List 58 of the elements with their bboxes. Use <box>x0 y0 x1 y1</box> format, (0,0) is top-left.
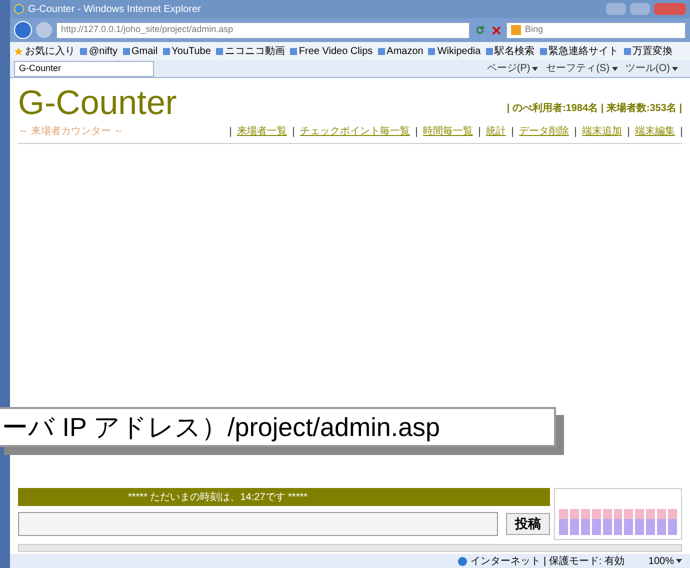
search-field[interactable]: Bing <box>506 22 686 38</box>
security-zone: インターネット | 保護モード: 有効 <box>470 554 624 568</box>
command-menu[interactable]: ツール(O) <box>626 61 678 76</box>
caret-icon <box>672 66 678 70</box>
address-field[interactable]: http://127.0.0.1/joho_site/project/admin.asp <box>56 22 470 38</box>
refresh-button[interactable] <box>474 24 486 36</box>
favorite-link[interactable]: Wikipedia <box>428 44 481 58</box>
command-menu[interactable]: セーフティ(S) <box>546 61 618 76</box>
star-icon <box>14 46 23 56</box>
back-button[interactable] <box>14 21 32 39</box>
page-icon <box>216 48 223 54</box>
page-icon <box>80 48 87 54</box>
stop-button[interactable] <box>490 24 502 36</box>
visitor-stats: | のべ利用者:1984名 | 来場者数:353名 | <box>506 102 682 116</box>
nav-link[interactable]: データ削除 <box>519 124 569 139</box>
site-logo: G-Counter <box>18 86 177 120</box>
favorite-link[interactable]: Gmail <box>122 44 158 58</box>
favorites-button[interactable]: お気に入り <box>14 44 75 58</box>
horizontal-scrollbar[interactable] <box>18 544 682 552</box>
page-icon <box>378 48 385 54</box>
page-icon <box>486 48 493 54</box>
caret-icon <box>612 66 618 70</box>
nav-link[interactable]: 時間毎一覧 <box>423 124 473 139</box>
nav-link[interactable]: 端末編集 <box>635 124 675 139</box>
favorite-link[interactable]: @nifty <box>80 44 118 58</box>
favorite-link[interactable]: YouTube <box>162 44 211 58</box>
browser-icon <box>14 4 24 14</box>
favorite-link[interactable]: 緊急連絡サイト <box>540 44 619 58</box>
page-icon <box>162 48 170 54</box>
command-menu[interactable]: ページ(P) <box>486 61 538 76</box>
page-icon <box>428 48 436 54</box>
caret-icon <box>532 66 538 70</box>
page-icon <box>624 48 631 54</box>
clock-banner: ***** ただいまの時刻は、14:27です ***** <box>18 488 550 506</box>
forward-button[interactable] <box>36 22 52 38</box>
page-icon <box>290 48 297 54</box>
nav-link[interactable]: チェックポイント毎一覧 <box>300 124 410 139</box>
favorite-link[interactable]: 万置変換 <box>624 44 673 58</box>
page-icon <box>122 48 130 54</box>
maximize-button[interactable] <box>630 3 650 15</box>
window-title: G-Counter - Windows Internet Explorer <box>28 2 201 16</box>
favorite-link[interactable]: ニコニコ動画 <box>216 44 285 58</box>
nav-link[interactable]: 統計 <box>486 124 506 139</box>
nav-link[interactable]: 来場者一覧 <box>237 124 287 139</box>
page-icon <box>540 48 547 54</box>
nav-link[interactable]: 端末追加 <box>582 124 622 139</box>
favorite-link[interactable]: 駅名検索 <box>486 44 535 58</box>
caret-icon <box>676 559 682 563</box>
site-subtitle: ～ 来場者カウンター ～ <box>18 124 125 139</box>
favorite-link[interactable]: Free Video Clips <box>290 44 373 58</box>
zoom-button[interactable]: 100% <box>648 554 682 568</box>
post-button[interactable]: 投稿 <box>506 513 550 535</box>
minimize-button[interactable] <box>606 3 626 15</box>
message-field[interactable] <box>18 512 498 536</box>
globe-icon <box>458 556 467 566</box>
browser-tab[interactable]: G-Counter <box>14 60 154 76</box>
close-button[interactable] <box>654 3 686 15</box>
favorite-link[interactable]: Amazon <box>378 44 424 58</box>
